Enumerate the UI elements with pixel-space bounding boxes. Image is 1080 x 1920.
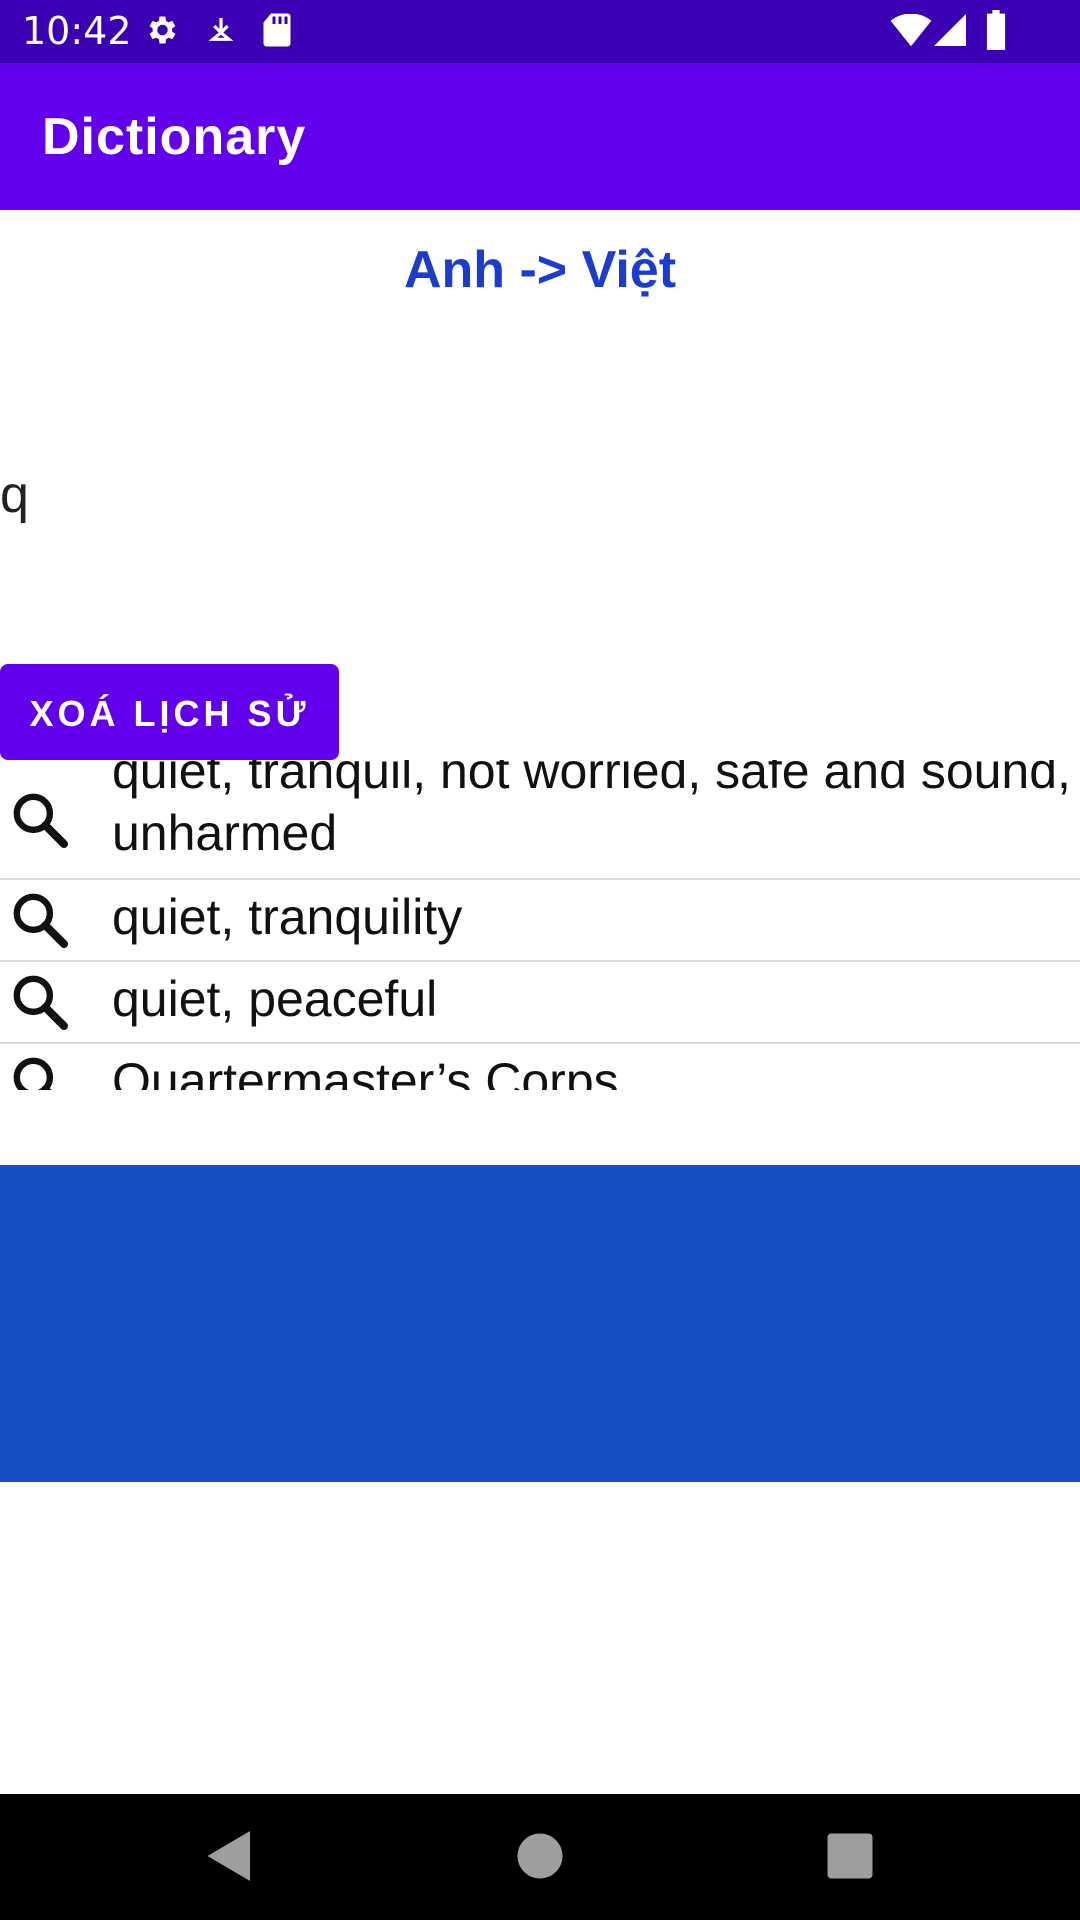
list-item-text: quiet, tranquility xyxy=(112,889,463,945)
search-icon xyxy=(13,793,68,848)
wifi-icon xyxy=(890,14,932,47)
list-item-text: quiet, tranquil, not worried, safe and s… xyxy=(112,760,1071,799)
status-time: 10:42 xyxy=(22,9,132,53)
search-input[interactable]: q xyxy=(0,465,29,525)
battery-icon xyxy=(986,10,1006,50)
gear-icon xyxy=(149,16,176,44)
list-item-text: quiet, peaceful xyxy=(112,971,438,1027)
banner-area xyxy=(0,1165,1080,1482)
sd-card-icon xyxy=(263,13,291,47)
history-list: quiet, tranquil, not worried, safe and s… xyxy=(0,760,1080,1090)
home-icon[interactable] xyxy=(510,1826,570,1886)
clear-history-button[interactable]: XOÁ LỊCH SỬ xyxy=(0,664,339,760)
signal-icon xyxy=(934,14,966,46)
list-item[interactable]: Quartermaster’s Corps xyxy=(0,1044,1080,1090)
list-item[interactable]: quiet, tranquil, not worried, safe and s… xyxy=(0,760,1080,880)
translation-direction[interactable]: Anh -> Việt xyxy=(0,240,1080,300)
navigation-bar xyxy=(0,1794,1080,1920)
search-icon xyxy=(13,893,68,948)
app-title: Dictionary xyxy=(42,108,307,166)
status-bar: 10:42 xyxy=(0,0,1080,63)
app-bar: Dictionary xyxy=(0,63,1080,210)
list-item-text-cont: unharmed xyxy=(112,805,338,861)
list-item[interactable]: quiet, tranquility xyxy=(0,880,1080,962)
recents-icon[interactable] xyxy=(820,1826,880,1886)
download-icon xyxy=(208,18,234,41)
search-icon xyxy=(13,1057,54,1090)
search-icon xyxy=(13,975,68,1030)
list-item-text: Quartermaster’s Corps xyxy=(112,1053,619,1090)
list-item[interactable]: quiet, peaceful xyxy=(0,962,1080,1044)
back-icon[interactable] xyxy=(200,1826,260,1886)
